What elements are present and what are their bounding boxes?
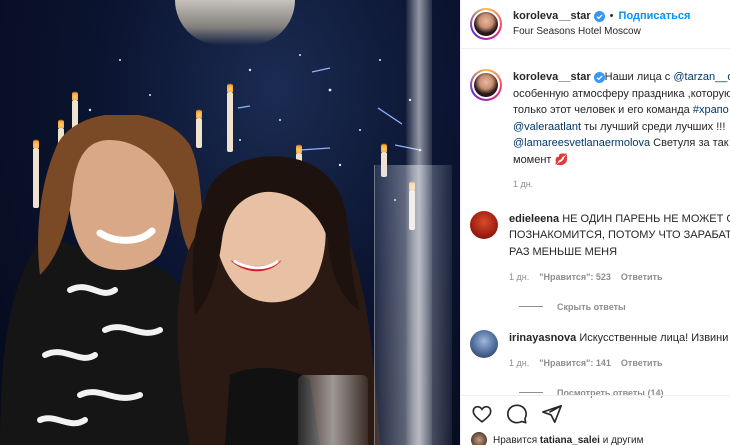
liker-avatar bbox=[471, 432, 487, 445]
comment-timestamp[interactable]: 1 дн. bbox=[509, 355, 529, 372]
liker-username[interactable]: tatiana_salei bbox=[540, 435, 600, 445]
caption-line: момент 💋 bbox=[513, 153, 569, 166]
caption-line: особенную атмосферу праздника ,которую bbox=[513, 87, 730, 100]
caption-mention[interactable]: @valeraatlant bbox=[513, 119, 581, 136]
caption-text: только этот человек и его команда bbox=[513, 104, 693, 116]
comment-likes[interactable]: "Нравится": 523 bbox=[539, 269, 611, 286]
caption-text: Светуля за так bbox=[650, 137, 729, 149]
commenter-avatar[interactable] bbox=[470, 329, 498, 358]
likes-prefix: Нравится bbox=[493, 434, 540, 445]
comment-text: НЕ ОДИН ПАРЕНЬ НЕ МОЖЕТ С bbox=[559, 212, 730, 225]
caption-timestamp[interactable]: 1 дн. bbox=[513, 176, 730, 193]
follow-button[interactable]: Подписаться bbox=[619, 9, 691, 24]
replies-divider bbox=[519, 392, 543, 393]
comment-timestamp[interactable]: 1 дн. bbox=[509, 269, 529, 286]
likes-suffix: и другим bbox=[599, 434, 644, 445]
post-photo[interactable] bbox=[0, 0, 460, 445]
verified-badge-icon bbox=[593, 11, 605, 22]
replies-divider bbox=[519, 306, 543, 307]
author-username[interactable]: koroleva__star bbox=[513, 9, 591, 24]
comment-item: edieleena НЕ ОДИН ПАРЕНЬ НЕ МОЖЕТ С ПОЗН… bbox=[470, 210, 730, 286]
comments-section: koroleva__star Наши лица с @tarzan__o ос… bbox=[461, 49, 730, 398]
comment-line: ПОЗНАКОМИТСЯ, ПОТОМУ ЧТО ЗАРАБАТ bbox=[509, 229, 730, 241]
glass-pillar bbox=[406, 0, 432, 445]
caption-avatar[interactable] bbox=[470, 69, 502, 101]
comment-text: Искусственные лица! Извини bbox=[576, 331, 729, 344]
replies-label: Скрыть ответы bbox=[557, 301, 626, 312]
comment-icon[interactable] bbox=[506, 403, 528, 425]
post-caption: koroleva__star Наши лица с @tarzan__o ос… bbox=[470, 69, 730, 193]
caption-text: Наши лица с bbox=[604, 71, 674, 83]
caption-mention[interactable]: @lamareesvetlanaermolova bbox=[513, 135, 650, 152]
post-header: koroleva__star • Подписаться Four Season… bbox=[461, 0, 730, 49]
post-location[interactable]: Four Seasons Hotel Moscow bbox=[513, 24, 690, 39]
caption-username[interactable]: koroleva__star bbox=[513, 69, 591, 86]
commenter-avatar[interactable] bbox=[470, 210, 498, 239]
reply-button[interactable]: Ответить bbox=[621, 269, 663, 286]
toggle-replies-button[interactable]: Скрыть ответы bbox=[519, 302, 730, 312]
author-avatar[interactable] bbox=[470, 8, 502, 40]
caption-hashtag[interactable]: #храпо bbox=[693, 102, 729, 119]
heart-icon[interactable] bbox=[471, 403, 493, 425]
comment-line: РАЗ МЕНЬШЕ МЕНЯ bbox=[509, 245, 618, 258]
wine-glass bbox=[298, 375, 368, 445]
verified-badge-icon bbox=[593, 71, 605, 83]
caption-mention[interactable]: @tarzan__o bbox=[673, 69, 730, 86]
commenter-username[interactable]: edieleena bbox=[509, 211, 559, 228]
caption-text: ты лучший среди лучших !!! bbox=[581, 120, 729, 133]
reply-button[interactable]: Ответить bbox=[621, 355, 663, 372]
share-icon[interactable] bbox=[541, 403, 563, 425]
comment-likes[interactable]: "Нравится": 141 bbox=[539, 355, 611, 372]
comment-item: irinayasnova Искусственные лица! Извини … bbox=[470, 329, 730, 372]
likes-summary[interactable]: Нравится tatiana_salei и другим bbox=[471, 432, 730, 445]
post-actions: Нравится tatiana_salei и другим bbox=[461, 395, 730, 445]
commenter-username[interactable]: irinayasnova bbox=[509, 330, 576, 347]
post-sidebar: koroleva__star • Подписаться Four Season… bbox=[460, 0, 730, 445]
separator-dot: • bbox=[609, 10, 614, 22]
